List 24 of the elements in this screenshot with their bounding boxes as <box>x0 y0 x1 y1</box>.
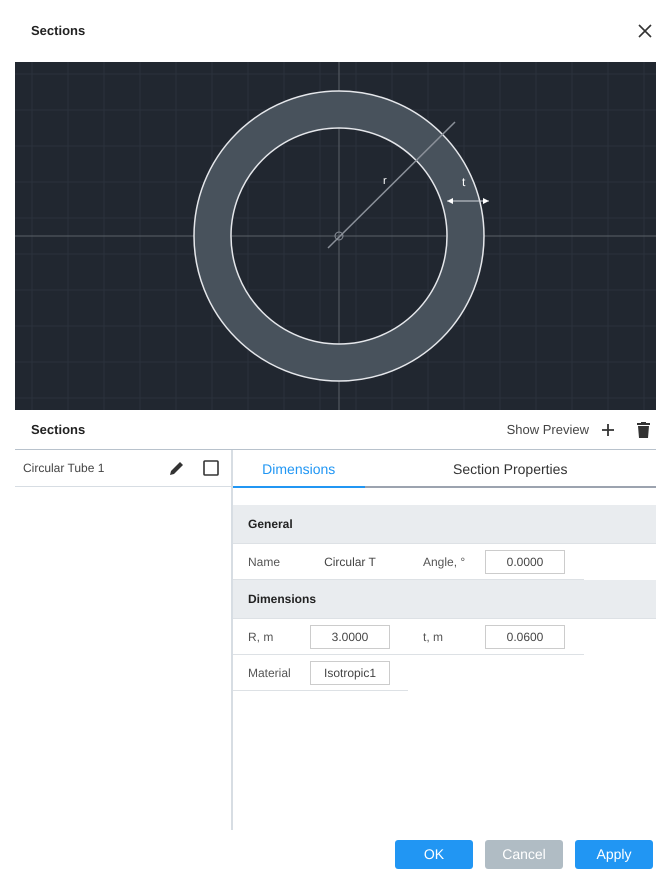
pencil-icon[interactable] <box>169 460 185 476</box>
tab[interactable]: Section Properties <box>364 451 656 488</box>
field-label: Material <box>248 664 292 682</box>
field-label: Angle, ° <box>423 554 466 570</box>
field-label: Name <box>248 554 282 570</box>
close-icon[interactable] <box>638 24 652 38</box>
input-field[interactable]: 3.0000 <box>310 624 390 648</box>
add-icon[interactable] <box>601 422 615 436</box>
checkbox-icon[interactable] <box>203 460 219 476</box>
input-field[interactable]: 0.0600 <box>485 624 565 648</box>
input-field[interactable]: 0.0000 <box>485 550 565 574</box>
section-preview-drawing: r t <box>15 62 656 410</box>
field-value: Circular T <box>323 554 377 570</box>
field-label: t, m <box>423 628 444 646</box>
sections-heading: Sections <box>31 420 86 439</box>
section-name: Circular Tube 1 <box>23 460 106 477</box>
input-field[interactable]: Isotropic1 <box>310 660 390 684</box>
field-label: R, m <box>248 628 274 646</box>
section-item[interactable]: Circular Tube 1 <box>15 450 231 487</box>
trash-icon[interactable] <box>637 422 650 438</box>
window-title: Sections <box>31 22 86 40</box>
group-title: General <box>248 516 293 533</box>
show-preview-toggle[interactable]: Show Preview <box>506 420 589 440</box>
group-title: Dimensions <box>248 591 316 608</box>
